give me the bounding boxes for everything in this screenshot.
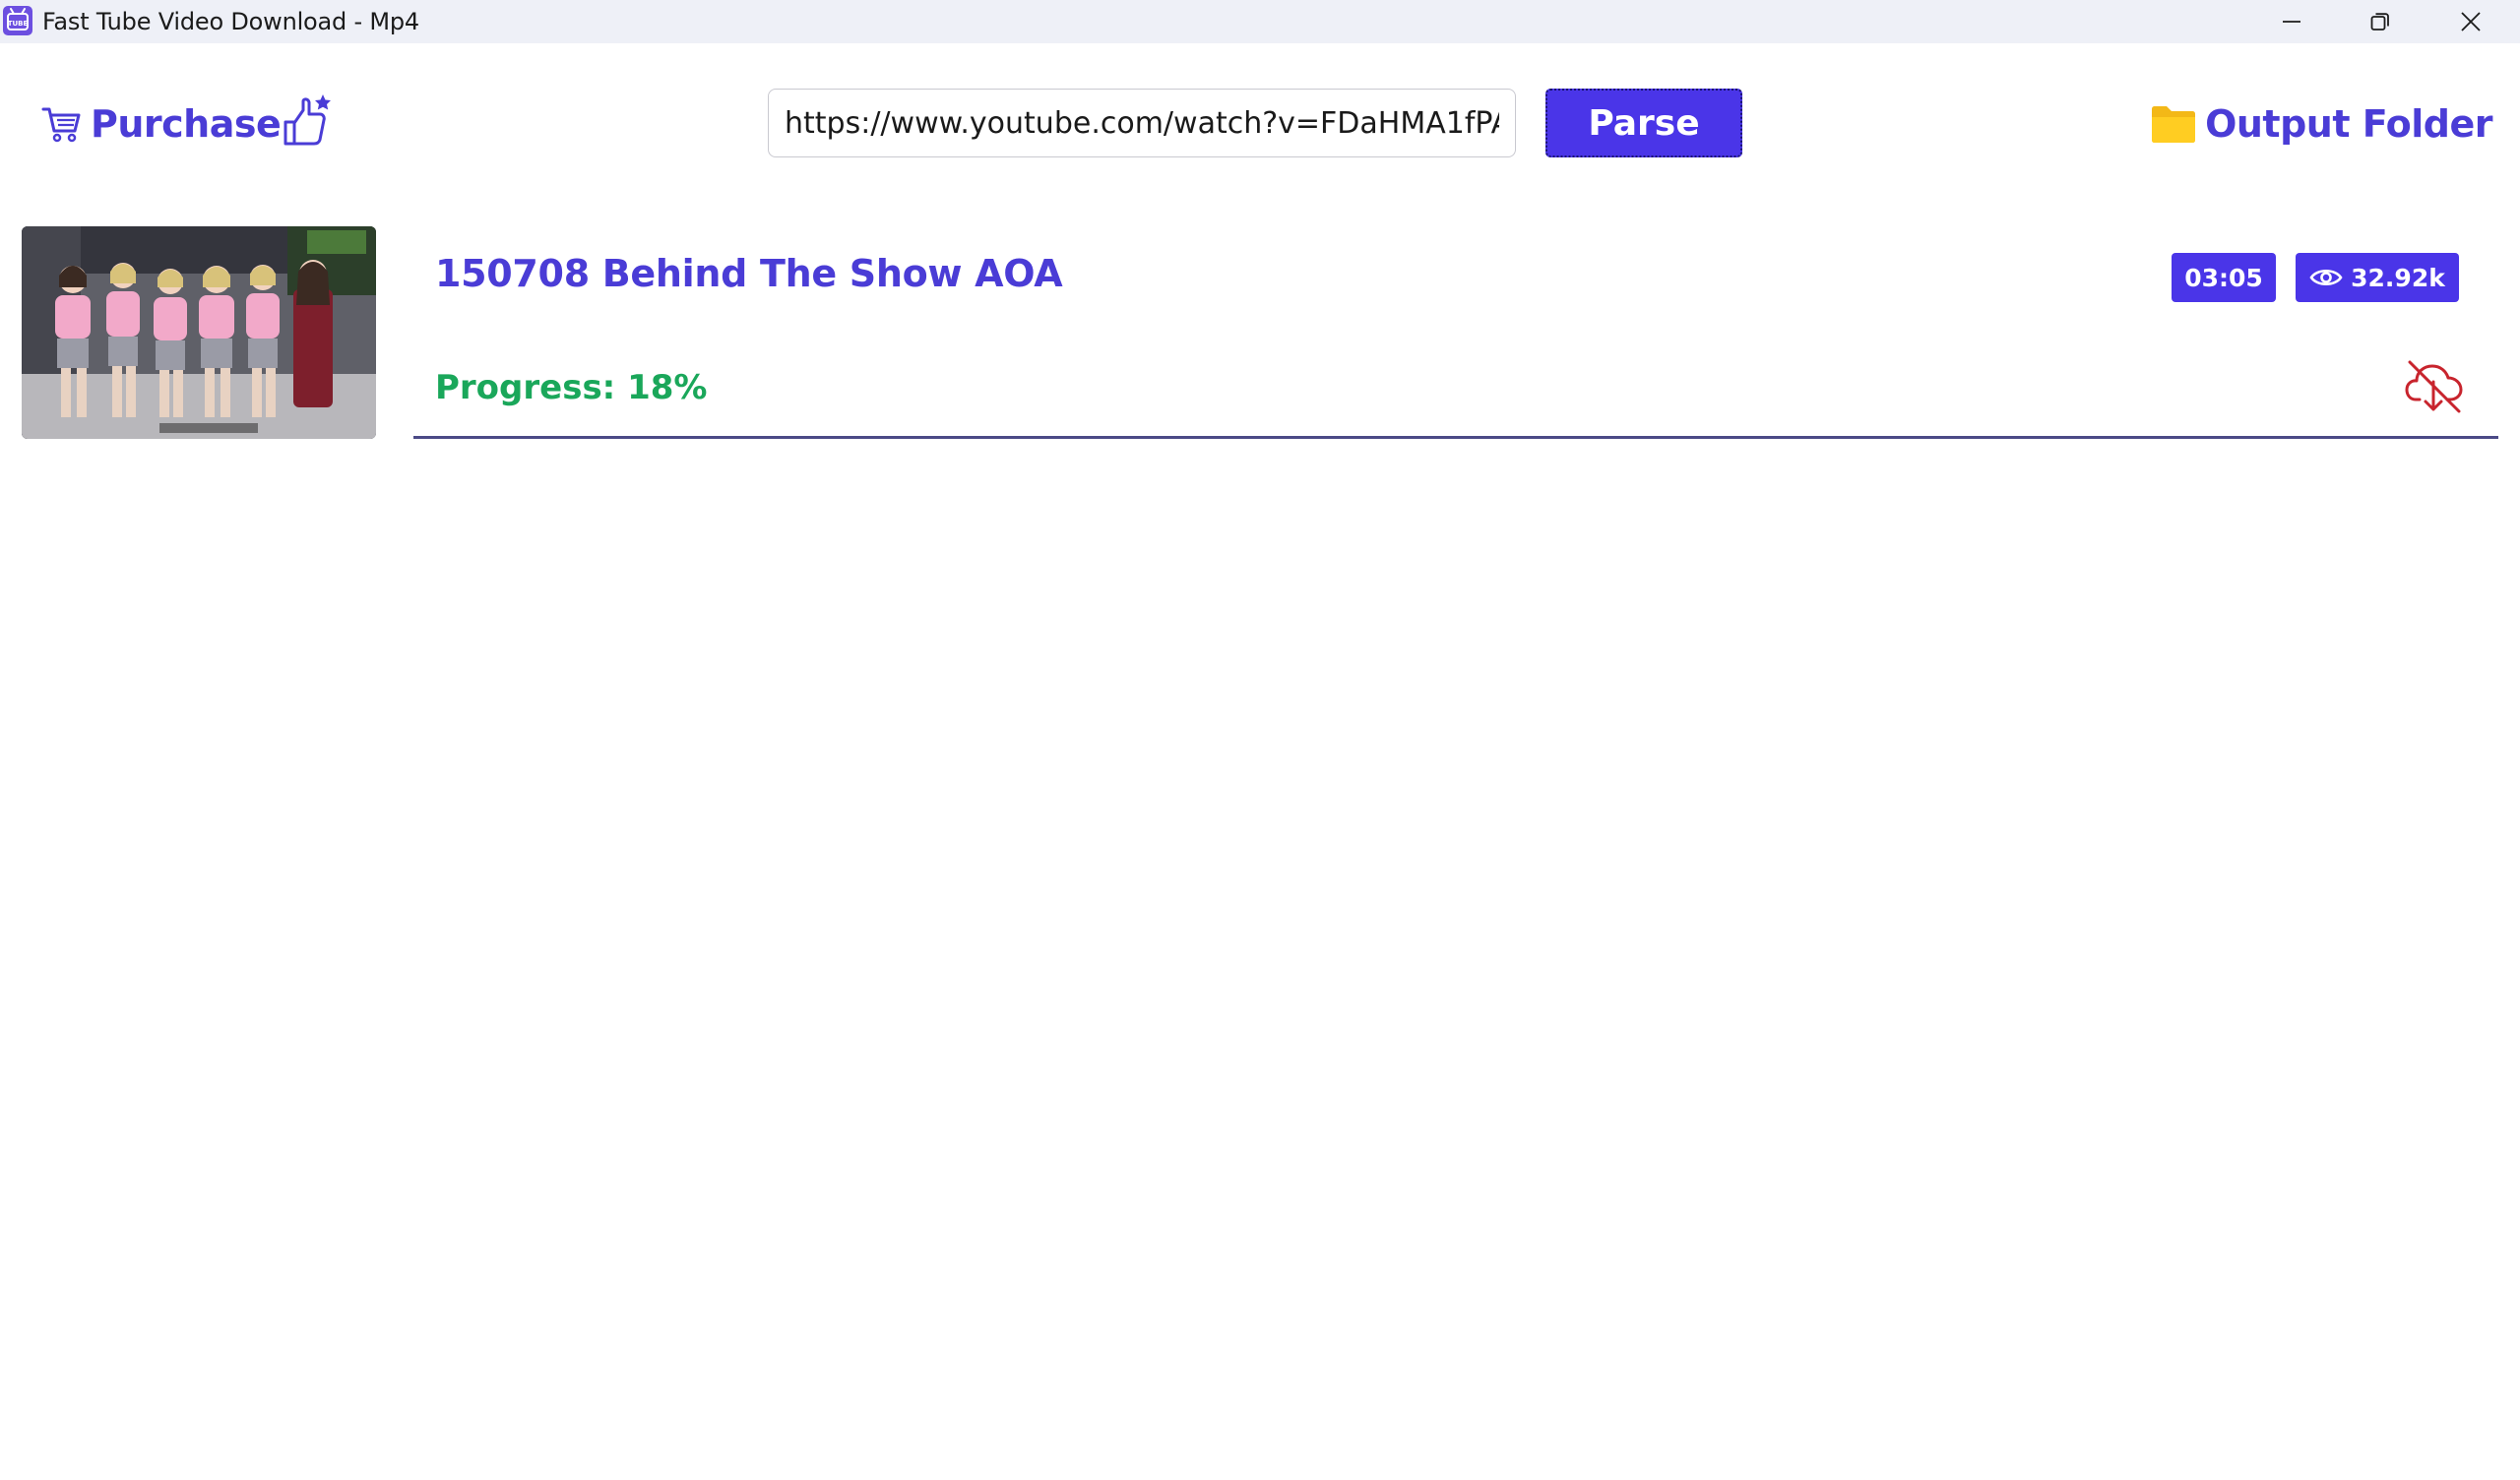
progress-text: Progress: 18% — [435, 368, 708, 407]
minimize-icon — [2283, 21, 2300, 23]
close-icon — [2461, 12, 2481, 31]
output-folder-label: Output Folder — [2205, 102, 2492, 146]
video-item: 150708 Behind The Show AOA Progress: 18%… — [22, 226, 2498, 439]
purchase-button[interactable]: Purchase — [41, 94, 282, 154]
views-badge: 32.92k — [2296, 253, 2459, 302]
output-folder-button[interactable]: Output Folder — [2150, 94, 2492, 154]
cloud-download-cancel-icon[interactable] — [2404, 356, 2465, 417]
folder-icon — [2152, 106, 2196, 143]
restore-button[interactable] — [2335, 0, 2426, 43]
parse-button[interactable]: Parse — [1545, 89, 1742, 157]
title-bar: TUBE Fast Tube Video Download - Mp4 — [0, 0, 2520, 43]
row-divider — [413, 436, 2498, 439]
minimize-button[interactable] — [2246, 0, 2337, 43]
shopping-cart-icon — [41, 107, 81, 143]
restore-icon — [2370, 13, 2389, 31]
video-title: 150708 Behind The Show AOA — [435, 252, 1063, 295]
thumbs-up-star-icon[interactable] — [282, 92, 333, 148]
url-input[interactable] — [768, 89, 1516, 157]
purchase-label: Purchase — [91, 102, 282, 146]
duration-badge: 03:05 — [2172, 253, 2276, 302]
views-count: 32.92k — [2351, 263, 2445, 292]
video-thumbnail — [22, 226, 376, 439]
eye-icon — [2309, 269, 2343, 286]
svg-text:TUBE: TUBE — [8, 20, 29, 28]
window-title: Fast Tube Video Download - Mp4 — [42, 8, 420, 35]
tube-app-icon: TUBE — [3, 6, 32, 35]
close-button[interactable] — [2426, 0, 2516, 43]
